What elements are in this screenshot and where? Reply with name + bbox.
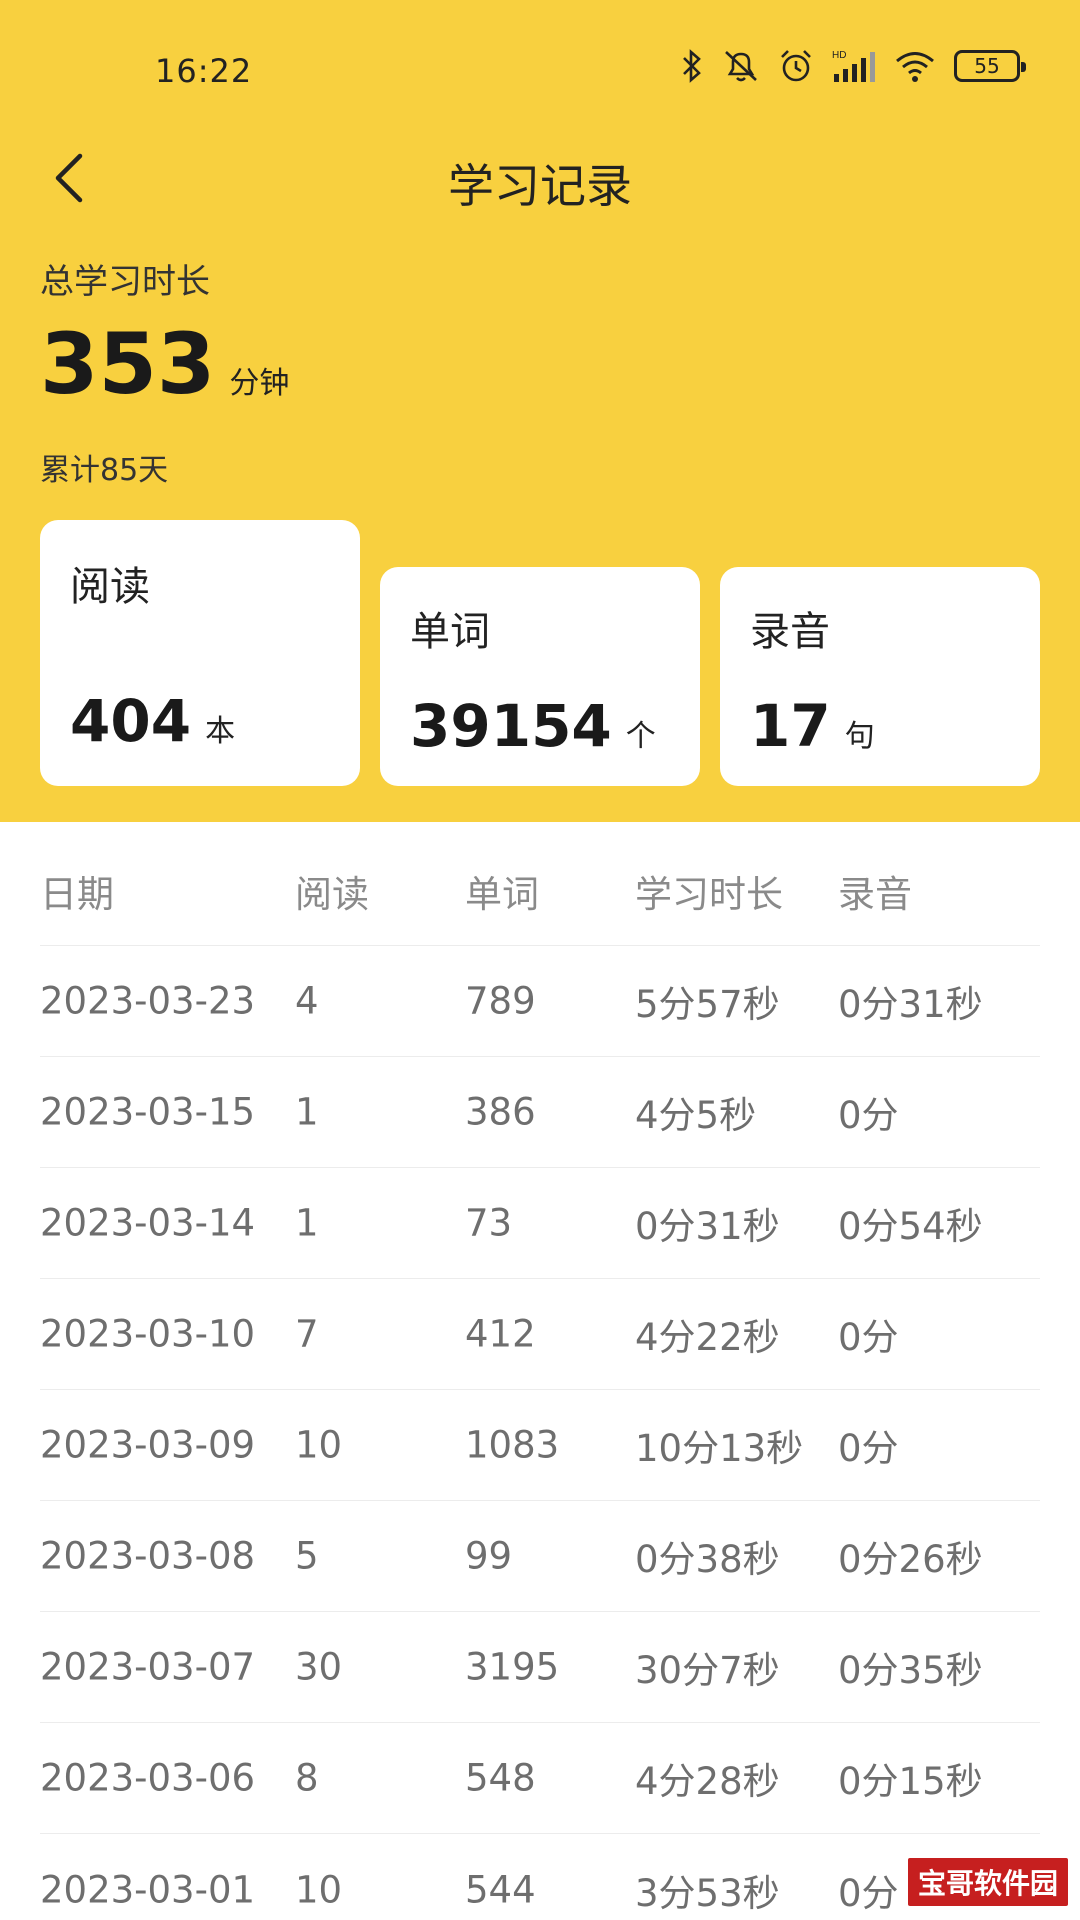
header-study-duration: 学习时长 — [635, 872, 783, 916]
signal-hd-icon: HD — [832, 50, 875, 82]
cell-words: 548 — [465, 1756, 536, 1800]
header-words: 单词 — [465, 872, 539, 916]
cell-recording: 0分26秒 — [838, 1538, 983, 1581]
recording-card-number: 17 — [750, 692, 831, 760]
cell-date: 2023-03-15 — [40, 1090, 256, 1134]
table-row[interactable]: 2023-03-08 5 99 0分38秒 0分26秒 — [40, 1501, 1040, 1612]
cell-study-duration: 4分22秒 — [635, 1316, 780, 1359]
battery-icon: 55 — [954, 50, 1026, 82]
cell-recording: 0分 — [838, 1094, 899, 1137]
study-record-table: 日期 阅读 单词 学习时长 录音 2023-03-23 4 789 5分57秒 … — [40, 836, 1040, 1920]
cell-reading: 10 — [295, 1423, 343, 1467]
cell-date: 2023-03-07 — [40, 1645, 256, 1689]
table-row[interactable]: 2023-03-15 1 386 4分5秒 0分 — [40, 1057, 1040, 1168]
cell-study-duration: 30分7秒 — [635, 1649, 780, 1692]
cell-study-duration: 0分38秒 — [635, 1538, 780, 1581]
cell-words: 544 — [465, 1868, 536, 1911]
cell-recording: 0分 — [838, 1427, 899, 1470]
words-card-value: 39154 个 — [410, 697, 656, 755]
alarm-icon — [781, 50, 811, 82]
words-card[interactable]: 单词 39154 个 — [380, 567, 700, 786]
reading-card-label: 阅读 — [70, 564, 150, 610]
table-row[interactable]: 2023-03-01 10 544 3分53秒 0分 — [40, 1834, 1040, 1920]
header-recording: 录音 — [838, 872, 912, 916]
words-card-unit: 个 — [625, 719, 656, 754]
reading-card-unit: 本 — [205, 714, 236, 749]
battery-level: 55 — [974, 54, 1000, 78]
cell-reading: 1 — [295, 1201, 319, 1245]
reading-card[interactable]: 阅读 404 本 — [40, 520, 360, 786]
total-study-label: 总学习时长 — [40, 262, 210, 302]
cell-words: 73 — [465, 1201, 513, 1245]
cell-study-duration: 10分13秒 — [635, 1427, 804, 1470]
status-time: 16:22 — [155, 52, 253, 90]
cumulative-days: 累计85天 — [40, 453, 169, 488]
cell-reading: 7 — [295, 1312, 319, 1356]
cell-recording: 0分 — [838, 1316, 899, 1359]
cell-words: 3195 — [465, 1645, 560, 1689]
header-date: 日期 — [40, 872, 114, 916]
cell-date: 2023-03-01 — [40, 1868, 256, 1911]
recording-card-unit: 句 — [844, 719, 875, 754]
cell-study-duration: 5分57秒 — [635, 983, 780, 1026]
cell-reading: 4 — [295, 979, 319, 1023]
cell-date: 2023-03-10 — [40, 1312, 256, 1356]
cell-recording: 0分 — [838, 1871, 899, 1915]
table-row[interactable]: 2023-03-10 7 412 4分22秒 0分 — [40, 1279, 1040, 1390]
words-card-label: 单词 — [410, 609, 490, 655]
cell-reading: 10 — [295, 1868, 343, 1911]
cell-recording: 0分15秒 — [838, 1760, 983, 1803]
cell-date: 2023-03-23 — [40, 979, 256, 1023]
cell-date: 2023-03-08 — [40, 1534, 256, 1578]
cell-date: 2023-03-06 — [40, 1756, 256, 1800]
recording-card[interactable]: 录音 17 句 — [720, 567, 1040, 786]
mute-bell-icon — [725, 51, 757, 82]
cell-recording: 0分54秒 — [838, 1205, 983, 1248]
table-row[interactable]: 2023-03-14 1 73 0分31秒 0分54秒 — [40, 1168, 1040, 1279]
cell-study-duration: 0分31秒 — [635, 1205, 780, 1248]
cell-words: 99 — [465, 1534, 513, 1578]
reading-card-value: 404 本 — [70, 692, 235, 750]
cell-reading: 30 — [295, 1645, 343, 1689]
table-row[interactable]: 2023-03-23 4 789 5分57秒 0分31秒 — [40, 946, 1040, 1057]
cell-reading: 1 — [295, 1090, 319, 1134]
cell-recording: 0分35秒 — [838, 1649, 983, 1692]
table-row[interactable]: 2023-03-09 10 1083 10分13秒 0分 — [40, 1390, 1040, 1501]
cell-recording: 0分31秒 — [838, 983, 983, 1026]
total-study-unit: 分钟 — [229, 366, 290, 401]
table-row[interactable]: 2023-03-06 8 548 4分28秒 0分15秒 — [40, 1723, 1040, 1834]
table-row[interactable]: 2023-03-07 30 3195 30分7秒 0分35秒 — [40, 1612, 1040, 1723]
status-bar: 16:22 HD 55 — [0, 0, 1080, 140]
recording-card-label: 录音 — [750, 609, 830, 655]
words-card-number: 39154 — [410, 692, 612, 760]
cell-study-duration: 3分53秒 — [635, 1871, 780, 1915]
reading-card-number: 404 — [70, 687, 192, 755]
watermark-logo: 宝哥软件园 — [905, 1856, 1070, 1908]
cell-date: 2023-03-09 — [40, 1423, 256, 1467]
cell-words: 412 — [465, 1312, 536, 1356]
wifi-icon — [896, 52, 934, 82]
cell-words: 1083 — [465, 1423, 560, 1467]
cell-words: 789 — [465, 979, 536, 1023]
cell-words: 386 — [465, 1090, 536, 1134]
recording-card-value: 17 句 — [750, 697, 875, 755]
total-study-number: 353 — [40, 315, 216, 413]
cell-study-duration: 4分5秒 — [635, 1094, 757, 1137]
header-reading: 阅读 — [295, 872, 369, 916]
cell-date: 2023-03-14 — [40, 1201, 256, 1245]
cell-reading: 5 — [295, 1534, 319, 1578]
status-icons: HD 55 — [680, 48, 1026, 84]
cell-study-duration: 4分28秒 — [635, 1760, 780, 1803]
table-header-row: 日期 阅读 单词 学习时长 录音 — [40, 836, 1040, 946]
svg-text:HD: HD — [832, 50, 846, 61]
total-study-value: 353 分钟 — [40, 322, 289, 406]
cell-reading: 8 — [295, 1756, 319, 1800]
bluetooth-icon — [683, 49, 701, 83]
page-title: 学习记录 — [448, 159, 632, 213]
